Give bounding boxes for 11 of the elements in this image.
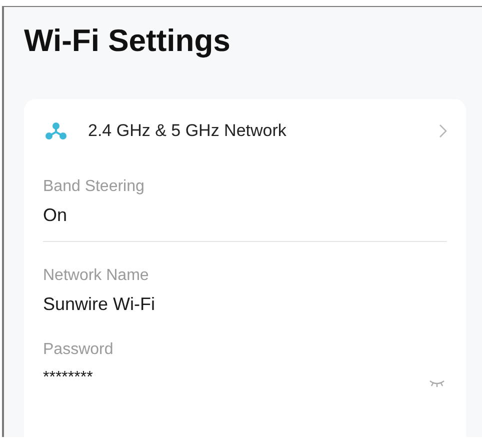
field-value: ******** (43, 368, 93, 388)
page-title: Wi-Fi Settings (24, 22, 232, 59)
field-label: Password (43, 340, 114, 360)
field-value: Sunwire Wi-Fi (43, 293, 156, 316)
nodes-icon (45, 122, 67, 140)
network-row[interactable]: 2.4 GHz & 5 GHz Network (43, 99, 447, 163)
field-value: On (43, 204, 68, 227)
chevron-icon (439, 124, 447, 138)
closed-eye-icon[interactable] (429, 380, 445, 386)
field-label: Band Steering (43, 177, 146, 197)
field-label: Network Name (43, 266, 150, 286)
